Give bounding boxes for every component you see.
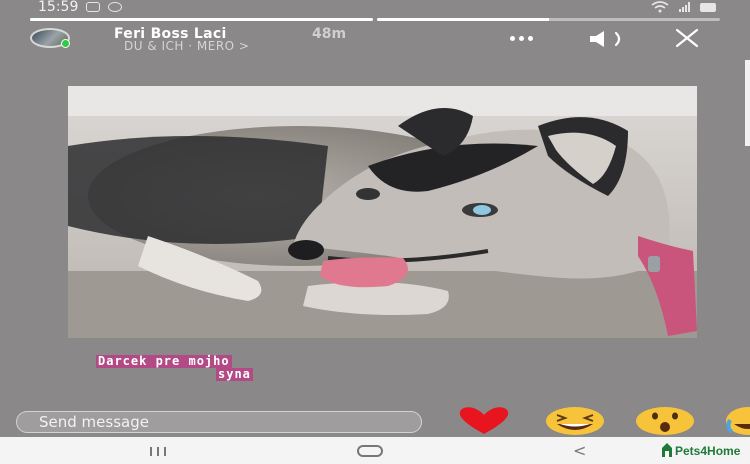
red-heart-reaction-icon[interactable]: [452, 406, 516, 436]
story-caption-line-1: Darcek pre mojho: [96, 354, 232, 368]
close-icon[interactable]: [673, 28, 701, 48]
wifi-icon: [651, 1, 669, 13]
grinning-squinting-face-reaction-icon[interactable]: [543, 406, 607, 436]
story-progress: [30, 18, 720, 21]
husky-dog-image: [68, 86, 697, 338]
status-bar: 15:59: [0, 0, 750, 15]
surprised-face-reaction-icon[interactable]: [633, 406, 697, 436]
avatar[interactable]: [30, 28, 70, 48]
music-sticker-label[interactable]: DU & ICH · MERO >: [124, 39, 249, 53]
status-time: 15:59: [38, 0, 79, 15]
battery-icon: [700, 2, 716, 12]
svg-text:Pets4Homes: Pets4Homes: [675, 444, 740, 458]
story-photo: [68, 86, 697, 338]
volume-icon[interactable]: [588, 30, 628, 48]
pets4homes-logo-icon: Pets4Homes: [662, 443, 747, 458]
story-caption-line-2: syna: [216, 367, 253, 381]
home-icon[interactable]: [357, 445, 383, 457]
messenger-notification-icon: [108, 2, 123, 12]
back-icon[interactable]: <: [573, 441, 586, 460]
next-story-edge: [745, 60, 750, 146]
gallery-notification-icon: [86, 2, 101, 12]
story-progress-segment-2: [377, 18, 720, 21]
send-message-input[interactable]: [16, 411, 422, 433]
online-status-icon: [61, 39, 70, 48]
story-progress-segment-1: [30, 18, 373, 21]
signal-icon: [679, 2, 690, 12]
watermark-logo: Pets4Homes: [660, 441, 747, 459]
story-time-ago: 48m: [312, 26, 347, 42]
more-options-icon[interactable]: [510, 36, 533, 41]
crying-laughing-face-reaction-icon[interactable]: [724, 406, 750, 436]
recent-apps-icon[interactable]: [150, 447, 166, 456]
